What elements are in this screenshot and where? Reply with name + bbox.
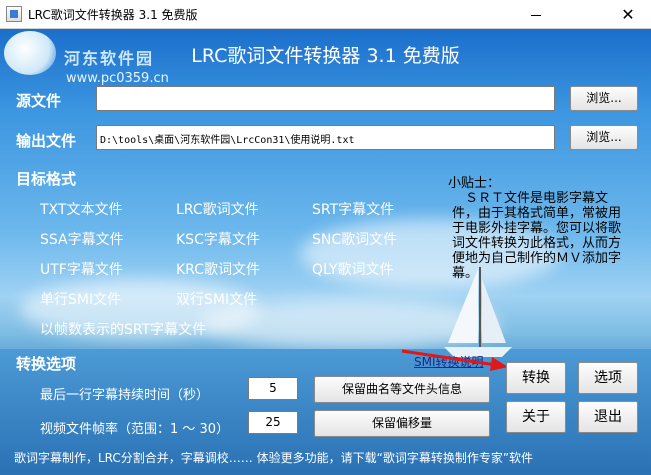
title-bar: LRC歌词文件转换器 3.1 免费版 ✕ xyxy=(0,0,651,29)
output-file-field[interactable]: D:\tools\桌面\河东软件园\LrcCon31\使用说明.txt xyxy=(96,125,555,150)
arrow-icon xyxy=(401,349,508,371)
close-icon[interactable]: ✕ xyxy=(605,0,651,29)
source-label: 源文件 xyxy=(16,92,62,110)
exit-button[interactable]: 退出 xyxy=(578,401,638,433)
format-option[interactable]: SSA字幕文件 xyxy=(40,229,124,249)
last-line-duration-label: 最后一行字幕持续时间（秒） xyxy=(40,388,210,403)
format-option[interactable]: UTF字幕文件 xyxy=(40,259,123,279)
convert-button[interactable]: 转换 xyxy=(506,362,566,394)
format-option[interactable]: 以帧数表示的SRT字幕文件 xyxy=(40,319,206,339)
main-panel: 河东软件园 www.pc0359.cn LRC歌词文件转换器 3.1 免费版 源… xyxy=(0,29,651,475)
format-option[interactable]: KRC歌词文件 xyxy=(176,259,260,279)
format-option[interactable]: KSC字幕文件 xyxy=(176,229,260,249)
format-option[interactable]: LRC歌词文件 xyxy=(176,199,259,219)
options-button[interactable]: 选项 xyxy=(578,362,638,394)
app-header: LRC歌词文件转换器 3.1 免费版 xyxy=(191,45,460,67)
tip-title: 小贴士： xyxy=(448,176,501,191)
output-label: 输出文件 xyxy=(16,132,77,150)
keep-offset-button[interactable]: 保留偏移量 xyxy=(314,410,490,437)
format-option[interactable]: 双行SMI文件 xyxy=(176,289,257,309)
source-file-field[interactable] xyxy=(96,86,555,111)
framerate-input[interactable]: 25 xyxy=(248,411,298,434)
format-option[interactable]: QLY歌词文件 xyxy=(312,259,394,279)
last-line-duration-input[interactable]: 5 xyxy=(248,377,298,400)
format-option[interactable]: SNC歌词文件 xyxy=(312,229,397,249)
watermark-url: www.pc0359.cn xyxy=(66,71,169,86)
options-title: 转换选项 xyxy=(16,355,77,373)
minimize-icon[interactable] xyxy=(513,0,559,29)
formats-title: 目标格式 xyxy=(16,170,77,188)
format-option[interactable]: 单行SMI文件 xyxy=(40,289,121,309)
footer-promo-text: 歌词字幕制作，LRC分割合并，字幕调校…… 体验更多功能，请下载“歌词字幕转换制… xyxy=(14,451,534,465)
about-button[interactable]: 关于 xyxy=(506,401,566,433)
framerate-label: 视频文件帧率（范围：1 ～ 30） xyxy=(40,422,230,437)
window-title: LRC歌词文件转换器 3.1 免费版 xyxy=(28,8,198,22)
app-icon xyxy=(6,6,22,22)
source-browse-button[interactable]: 浏览... xyxy=(570,86,638,111)
format-option[interactable]: SRT字幕文件 xyxy=(312,199,394,219)
format-option[interactable]: TXT文本文件 xyxy=(40,199,122,219)
output-browse-button[interactable]: 浏览... xyxy=(570,125,638,150)
keep-header-info-button[interactable]: 保留曲名等文件头信息 xyxy=(314,376,490,403)
